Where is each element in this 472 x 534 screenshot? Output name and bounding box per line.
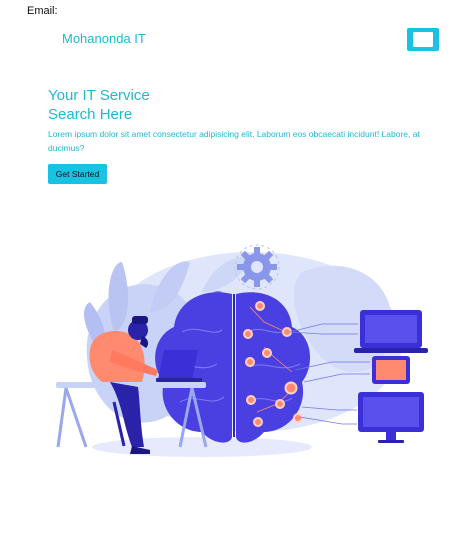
tablet-icon (372, 356, 410, 384)
hero-title-line-2: Search Here (48, 106, 133, 123)
menu-toggle-button[interactable] (407, 28, 439, 51)
hero-title: Your IT Service Search Here (48, 86, 348, 124)
brand-logo-link[interactable]: Mohanonda IT (62, 31, 146, 46)
menu-toggle-icon (413, 32, 433, 47)
email-label: Email: (27, 5, 58, 17)
hero-illustration (56, 244, 428, 457)
monitor-icon (358, 392, 424, 443)
page: Email: Mohanonda IT Your IT Service Sear… (0, 0, 472, 534)
get-started-button[interactable]: Get Started (48, 164, 107, 184)
laptop-icon (354, 310, 428, 353)
hero-title-line-1: Your IT Service (48, 87, 150, 104)
hero-description: Lorem ipsum dolor sit amet consectetur a… (48, 129, 420, 153)
